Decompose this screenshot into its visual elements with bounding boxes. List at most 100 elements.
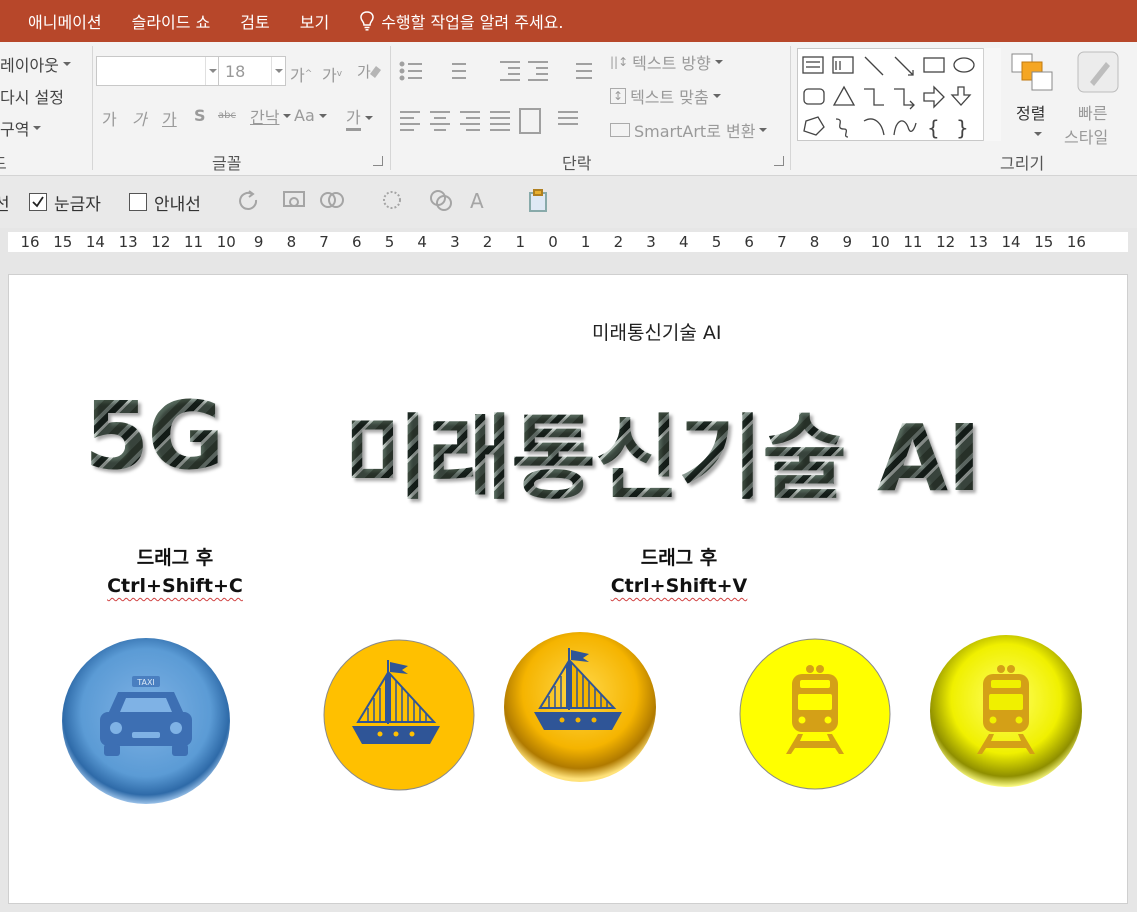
align-text-button[interactable]: ↕ 텍스트 맞춤 bbox=[610, 84, 721, 108]
hint-copy-line1: 드래그 후 bbox=[136, 547, 214, 569]
ruler-tick: 0 bbox=[548, 233, 558, 251]
ruler-tick: 8 bbox=[809, 233, 820, 251]
font-group-label: 글꼴 bbox=[212, 154, 242, 173]
clear-format-button[interactable]: 가 bbox=[356, 60, 382, 84]
ruler-tick: 5 bbox=[384, 233, 395, 251]
ruler-tick: 11 bbox=[903, 233, 923, 251]
grow-font-button[interactable]: 가 ^ bbox=[290, 62, 312, 86]
ruler-tick: 4 bbox=[417, 233, 427, 251]
group-divider bbox=[790, 46, 791, 170]
hint-copy-format[interactable]: 드래그 후 Ctrl+Shift+C bbox=[90, 544, 260, 600]
tab-animations[interactable]: 애니메이션 bbox=[28, 9, 102, 33]
ruler-checkbox[interactable] bbox=[29, 193, 47, 211]
text-direction-icon: ||↕ bbox=[610, 55, 629, 69]
smartart-button[interactable]: SmartArt로 변환 bbox=[610, 118, 768, 142]
ruler-tick: 10 bbox=[870, 233, 890, 251]
tell-me-box[interactable]: 수행할 작업을 알려 주세요. bbox=[359, 9, 563, 33]
font-size-dropdown[interactable]: 18 bbox=[218, 56, 286, 86]
group-divider bbox=[390, 46, 391, 170]
ruler-tick: 15 bbox=[1034, 233, 1054, 251]
ruler-tick: 9 bbox=[842, 233, 853, 251]
underline-button[interactable]: 가 bbox=[162, 106, 177, 130]
paragraph-group-label: 단락 bbox=[562, 154, 592, 173]
gallery-scrollbar[interactable] bbox=[983, 48, 1001, 141]
title-5g[interactable]: 5G bbox=[84, 382, 225, 491]
ruler-tick: 14 bbox=[1001, 233, 1021, 251]
taxi-sign-text: TAXI bbox=[136, 678, 155, 687]
svg-text:A: A bbox=[470, 189, 484, 213]
taxi-circle[interactable]: TAXI bbox=[60, 636, 234, 808]
ruler-tick: 11 bbox=[184, 233, 204, 251]
ruler-tick: 7 bbox=[777, 233, 787, 251]
slide-subtitle[interactable]: 미래통신기술 AI bbox=[592, 318, 722, 345]
ruler-tick: 6 bbox=[352, 233, 362, 251]
text-direction-button[interactable]: ||↕ 텍스트 방향 bbox=[610, 50, 723, 74]
align-text-icon: ↕ bbox=[610, 88, 627, 104]
slides-group-label: 드 bbox=[0, 150, 7, 174]
layout-label: 레이아웃 bbox=[0, 56, 59, 75]
ruler-tick: 12 bbox=[151, 233, 171, 251]
svg-text:가: 가 bbox=[357, 63, 371, 81]
checkmark-icon bbox=[32, 196, 44, 208]
svg-text:{: { bbox=[927, 116, 940, 140]
bold-button[interactable]: 가 bbox=[102, 106, 117, 130]
ruler-tick: 14 bbox=[85, 233, 105, 251]
boat-circle-flat[interactable] bbox=[322, 638, 476, 792]
font-dialog-launcher[interactable] bbox=[373, 156, 383, 166]
ruler-tick: 15 bbox=[53, 233, 73, 251]
guides-checkbox[interactable] bbox=[129, 193, 147, 211]
quick-styles-icon bbox=[1077, 51, 1119, 93]
arrange-button[interactable]: 정렬 bbox=[1016, 100, 1045, 124]
hint-copy-line2: Ctrl+Shift+C bbox=[107, 575, 243, 597]
layout-button[interactable]: 레이아웃 bbox=[0, 52, 71, 76]
ruler-tick: 10 bbox=[216, 233, 236, 251]
group-divider bbox=[92, 46, 93, 170]
title-main[interactable]: 미래통신기술 AI bbox=[344, 384, 981, 517]
eraser-icon: 가 bbox=[357, 63, 381, 81]
change-case-button[interactable]: Aa bbox=[294, 106, 327, 125]
ruler-tick: 3 bbox=[646, 233, 656, 251]
lightbulb-icon bbox=[360, 11, 374, 31]
font-name-dropdown[interactable] bbox=[96, 56, 220, 86]
smartart-icon bbox=[610, 123, 630, 137]
font-color-button[interactable]: 가 bbox=[346, 104, 373, 131]
svg-text:}: } bbox=[956, 116, 969, 140]
tab-slide-show[interactable]: 슬라이드 쇼 bbox=[132, 9, 211, 33]
ribbon-tab-bar: 애니메이션 슬라이드 쇼 검토 보기 수행할 작업을 알려 주세요. bbox=[0, 0, 1137, 42]
shrink-font-button[interactable]: 가v bbox=[322, 62, 342, 86]
section-button[interactable]: 구역 bbox=[0, 116, 42, 140]
tab-view[interactable]: 보기 bbox=[300, 9, 329, 33]
drawing-group-label: 그리기 bbox=[1000, 154, 1045, 173]
font-size-value: 18 bbox=[225, 62, 246, 81]
tab-review[interactable]: 검토 bbox=[240, 9, 269, 33]
quick-styles-button[interactable]: 빠른 bbox=[1078, 100, 1107, 124]
shapes-gallery[interactable]: { } bbox=[797, 48, 1001, 141]
strike-button[interactable]: abc bbox=[218, 110, 236, 121]
ruler-tick: 2 bbox=[613, 233, 624, 251]
ruler-tick: 12 bbox=[936, 233, 956, 251]
ruler-tick: 5 bbox=[711, 233, 722, 251]
train-circle-flat[interactable] bbox=[738, 638, 892, 792]
ribbon: 레이아웃 다시 설정 구역 드 18 가^ 가v 가 가 가 가 S abc 간… bbox=[0, 42, 1137, 176]
ruler-tick: 4 bbox=[679, 233, 689, 251]
hint-paste-format[interactable]: 드래그 후 Ctrl+Shift+V bbox=[594, 544, 764, 600]
italic-button[interactable]: 가 bbox=[132, 106, 147, 130]
hint-paste-line1: 드래그 후 bbox=[640, 547, 718, 569]
ruler-tick: 1 bbox=[580, 233, 591, 251]
powerpoint-window: 애니메이션 슬라이드 쇼 검토 보기 수행할 작업을 알려 주세요. 레이아웃 … bbox=[0, 0, 1137, 912]
quick-styles-label: 스타일 bbox=[1064, 128, 1109, 147]
arrange-icon bbox=[1011, 53, 1053, 91]
train-circle-3d[interactable] bbox=[928, 634, 1084, 790]
ruler-tick: 16 bbox=[1066, 233, 1086, 251]
boat-circle-3d[interactable] bbox=[502, 630, 658, 784]
arrange-caret bbox=[1034, 132, 1042, 136]
char-spacing-button[interactable]: 간낙 bbox=[250, 104, 292, 128]
reset-button[interactable]: 다시 설정 bbox=[0, 84, 64, 108]
horizontal-ruler[interactable]: 16 15 14 13 12 11 10 9 8 7 6 5 4 3 2 1 0… bbox=[8, 232, 1128, 252]
clipped-label: 선 bbox=[0, 195, 10, 215]
ruler-tick: 1 bbox=[515, 233, 526, 251]
paragraph-dialog-launcher[interactable] bbox=[774, 156, 784, 166]
shadow-button[interactable]: S bbox=[194, 106, 206, 125]
ruler-tick: 9 bbox=[253, 233, 264, 251]
ruler-tick: 2 bbox=[482, 233, 493, 251]
